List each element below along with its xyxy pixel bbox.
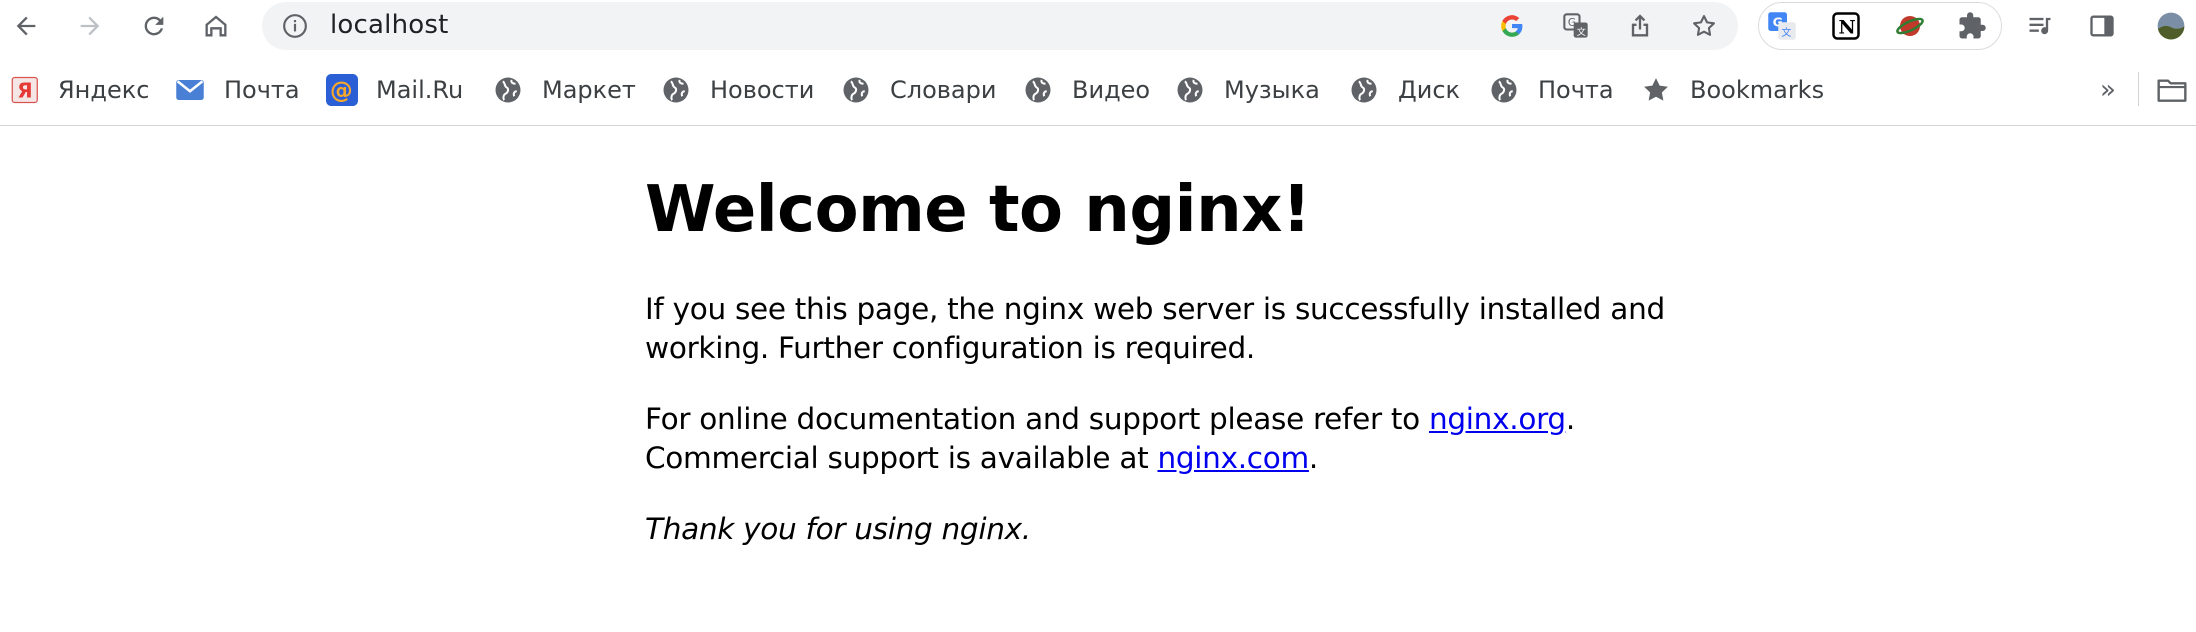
globe-icon [1348, 74, 1380, 106]
share-icon[interactable] [1626, 12, 1654, 40]
reload-button[interactable] [134, 6, 174, 46]
intro-paragraph: If you see this page, the nginx web serv… [645, 292, 1665, 365]
url-text[interactable]: localhost [330, 10, 449, 40]
bookmark-label: Словари [890, 76, 997, 104]
translate-icon[interactable]: G文 [1562, 12, 1590, 40]
google-translate-icon[interactable]: G文 [1767, 11, 1797, 41]
bookmarks-divider [2138, 72, 2139, 106]
bookmark-label: Bookmarks [1690, 76, 1825, 104]
side-panel-button[interactable] [2082, 6, 2122, 46]
notion-icon[interactable]: N [1831, 11, 1861, 41]
yandex-icon: Я [10, 74, 42, 106]
bookmark-novosti[interactable]: Новости [660, 70, 814, 110]
back-icon [16, 16, 36, 36]
svg-text:Я: Я [17, 79, 32, 103]
bookmark-label: Почта [224, 76, 300, 104]
mail-envelope-icon [174, 74, 206, 106]
reload-icon [144, 16, 164, 36]
globe-icon [840, 74, 872, 106]
bookmark-market[interactable]: Маркет [492, 70, 636, 110]
globe-icon [660, 74, 692, 106]
page-title: Welcome to nginx! [645, 173, 1311, 247]
bookmark-label: Mail.Ru [376, 76, 464, 104]
home-icon [205, 15, 227, 37]
bookmark-bookmarks[interactable]: Bookmarks [1640, 70, 1824, 110]
star-icon[interactable] [1690, 12, 1718, 40]
nginx-org-link[interactable]: nginx.org [1429, 402, 1566, 436]
bookmark-label: Видео [1072, 76, 1151, 104]
bookmark-label: Новости [710, 76, 815, 104]
bookmarks-bar: Я Яндекс Почта @ Mail.Ru Маркет Новости … [0, 52, 2196, 126]
globe-icon [1174, 74, 1206, 106]
bookmark-muzyka[interactable]: Музыка [1174, 70, 1320, 110]
globe-icon [492, 74, 524, 106]
commercial-period: . [1308, 441, 1318, 475]
google-icon[interactable] [1498, 12, 1526, 40]
bookmark-label: Диск [1398, 76, 1461, 104]
commercial-text: Commercial support is available at [645, 441, 1158, 475]
side-panel-icon [2090, 15, 2114, 37]
bookmark-video[interactable]: Видео [1022, 70, 1150, 110]
bookmark-pochta-1[interactable]: Почта [174, 70, 300, 110]
bookmark-pochta-2[interactable]: Почта [1488, 70, 1614, 110]
other-bookmarks-button[interactable] [2156, 70, 2188, 110]
docs-paragraph: For online documentation and support ple… [645, 400, 1705, 478]
folder-icon [2156, 74, 2188, 106]
reading-list-button[interactable] [2020, 6, 2060, 46]
forward-button[interactable] [70, 6, 110, 46]
planet-icon[interactable] [1895, 11, 1925, 41]
bookmarks-overflow-button[interactable]: » [2100, 70, 2116, 110]
star-icon [1640, 74, 1672, 106]
bookmark-mailru[interactable]: @ Mail.Ru [326, 70, 463, 110]
mailru-at-icon: @ [326, 74, 358, 106]
back-button[interactable] [6, 6, 46, 46]
bookmark-label: Яндекс [58, 76, 150, 104]
bookmark-label: Маркет [542, 76, 636, 104]
browser-toolbar: localhost G文 G文 N [0, 0, 2196, 52]
svg-text:文: 文 [1577, 26, 1586, 38]
site-info-icon[interactable] [282, 13, 308, 39]
bookmark-label: Музыка [1224, 76, 1320, 104]
bookmark-disk[interactable]: Диск [1348, 70, 1460, 110]
svg-text:文: 文 [1781, 26, 1791, 39]
docs-text: For online documentation and support ple… [645, 402, 1429, 436]
svg-text:@: @ [330, 78, 353, 104]
extensions-group: G文 N [1758, 2, 2002, 50]
bookmark-label: Почта [1538, 76, 1614, 104]
forward-icon [80, 16, 100, 36]
home-button[interactable] [196, 6, 236, 46]
address-bar[interactable]: localhost G文 [262, 2, 1738, 50]
reading-list-icon [2029, 17, 2051, 35]
docs-period: . [1565, 402, 1575, 436]
bookmark-slovari[interactable]: Словари [840, 70, 996, 110]
globe-icon [1022, 74, 1054, 106]
bookmark-yandex[interactable]: Я Яндекс [10, 70, 149, 110]
thank-you-paragraph: Thank you for using nginx. [645, 512, 1031, 546]
nginx-com-link[interactable]: nginx.com [1157, 441, 1309, 475]
profile-avatar[interactable] [2146, 6, 2196, 46]
svg-text:N: N [1839, 17, 1856, 39]
globe-icon [1488, 74, 1520, 106]
puzzle-icon[interactable] [1957, 11, 1987, 41]
